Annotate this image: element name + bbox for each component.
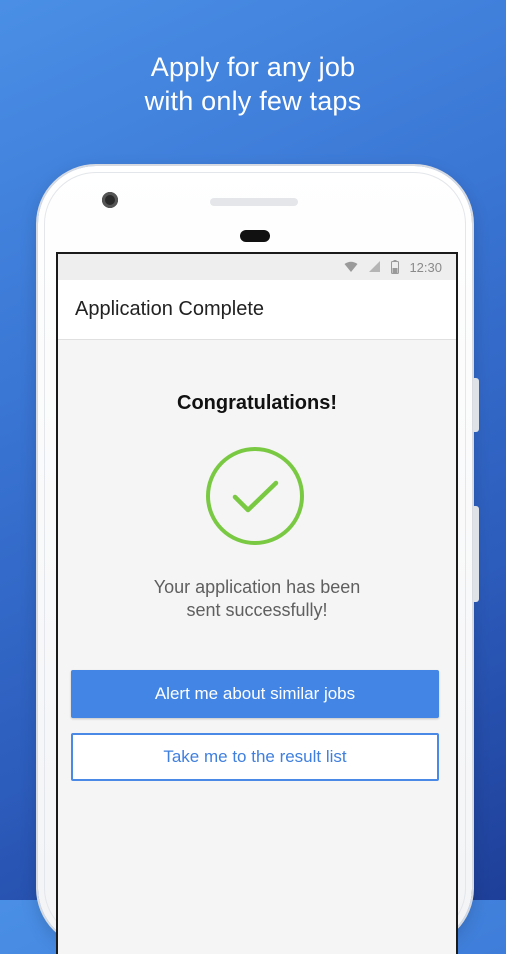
status-bar: 12:30	[58, 254, 456, 280]
promo-headline-line2: with only few taps	[144, 86, 362, 116]
success-message: Your application has been sent successfu…	[58, 576, 456, 622]
battery-icon	[391, 260, 400, 274]
app-bar: Application Complete	[58, 280, 456, 340]
success-message-line2: sent successfully!	[186, 600, 328, 620]
promo-headline-line1: Apply for any job	[150, 52, 356, 82]
success-message-line1: Your application has been	[153, 577, 361, 597]
congrats-heading: Congratulations!	[177, 392, 337, 414]
status-time: 12:30	[409, 259, 442, 275]
phone-screen: 12:30 Application Complete Congratulatio…	[56, 252, 458, 954]
phone-side-button-upper	[473, 378, 479, 432]
phone-frame: 12:30 Application Complete Congratulatio…	[38, 166, 479, 954]
check-circle-icon	[205, 446, 305, 546]
signal-icon	[368, 261, 381, 273]
page-title: Application Complete	[75, 298, 264, 320]
front-camera-icon	[102, 192, 118, 208]
earpiece-speaker	[210, 198, 298, 206]
confirmation-content: Congratulations! Your application has be…	[58, 340, 456, 940]
proximity-sensor	[240, 230, 270, 242]
alert-similar-jobs-button[interactable]: Alert me about similar jobs	[71, 670, 439, 718]
result-list-button[interactable]: Take me to the result list	[71, 733, 439, 781]
wifi-icon	[344, 261, 358, 273]
phone-side-button-lower	[473, 506, 479, 602]
promo-headline: Apply for any job with only few taps	[0, 50, 506, 118]
